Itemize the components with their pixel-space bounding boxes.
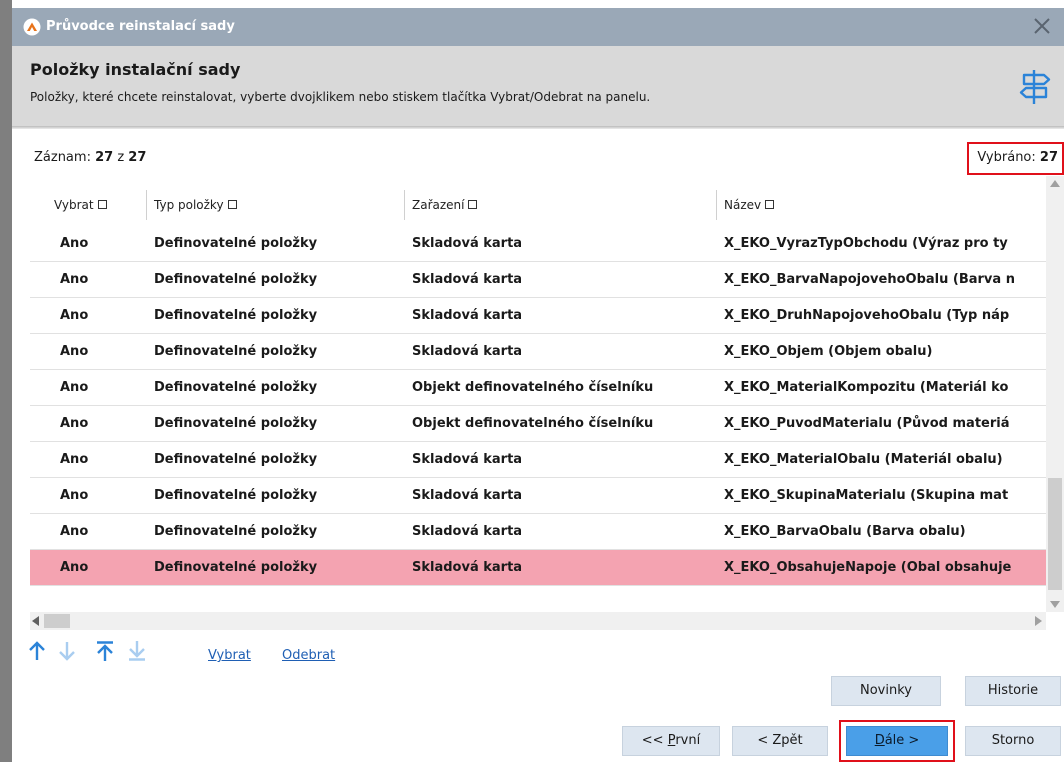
table-row[interactable]: Ano Definovatelné položky Objekt definovat… (30, 370, 1046, 406)
column-filter-checkbox[interactable] (765, 200, 775, 209)
cancel-button[interactable]: Storno (965, 726, 1061, 756)
column-separator[interactable] (404, 190, 405, 220)
cell-name: X_EKO_MaterialObalu (Materiál obalu) (724, 452, 1003, 467)
column-separator[interactable] (716, 190, 717, 220)
cell-select: Ano (60, 524, 89, 539)
cell-category: Skladová karta (412, 488, 523, 503)
cell-type: Definovatelné položky (154, 380, 318, 395)
column-filter-checkbox[interactable] (227, 200, 237, 209)
cell-select: Ano (60, 272, 89, 287)
table-row[interactable]: Ano Definovatelné položky Objekt definovat… (30, 406, 1046, 442)
column-separator[interactable] (146, 190, 147, 220)
column-filter-checkbox[interactable] (97, 200, 107, 209)
news-button[interactable]: Novinky (831, 676, 941, 706)
selected-counter: Vybráno: 27 (967, 142, 1064, 175)
cell-category: Skladová karta (412, 272, 523, 287)
title-bar: Průvodce reinstalací sady (12, 8, 1064, 46)
column-header-category[interactable]: Zařazení (412, 198, 478, 212)
cell-name: X_EKO_BarvaObalu (Barva obalu) (724, 524, 966, 539)
column-header-select[interactable]: Vybrat (54, 198, 107, 212)
page-title: Položky instalační sady (30, 60, 241, 79)
arrow-down-icon[interactable] (56, 640, 78, 662)
items-grid[interactable]: Vybrat Typ položky Zařazení Název Ano Def… (30, 184, 1046, 612)
close-icon[interactable] (1028, 12, 1056, 40)
remove-link[interactable]: Odebrat (282, 648, 335, 663)
first-button[interactable]: << První (622, 726, 720, 756)
page-subtitle: Položky, které chcete reinstalovat, vybe… (30, 90, 651, 104)
wizard-window: Průvodce reinstalací sady Položky instal… (12, 0, 1064, 762)
cell-category: Skladová karta (412, 452, 523, 467)
cell-category: Skladová karta (412, 524, 523, 539)
cell-select: Ano (60, 416, 89, 431)
cell-type: Definovatelné položky (154, 452, 318, 467)
scroll-left-icon[interactable] (32, 616, 39, 626)
cell-name: X_EKO_DruhNapojovehoObalu (Typ náp (724, 308, 1010, 323)
table-row[interactable]: Ano Definovatelné položky Skladová karta X_… (30, 298, 1046, 334)
table-row[interactable]: Ano Definovatelné položky Skladová karta X_… (30, 478, 1046, 514)
column-header-type[interactable]: Typ položky (154, 198, 237, 212)
cell-name: X_EKO_VyrazTypObchodu (Výraz pro ty (724, 236, 1008, 251)
cell-select: Ano (60, 488, 89, 503)
grid-rows: Ano Definovatelné položky Skladová karta X_… (30, 226, 1046, 586)
page-header: Položky instalační sady Položky, které c… (12, 46, 1064, 126)
record-counter: Záznam: 27 z 27 (34, 150, 147, 165)
app-logo-icon (23, 18, 41, 36)
next-button-highlight (839, 720, 955, 762)
arrow-up-icon[interactable] (26, 640, 48, 662)
cell-type: Definovatelné položky (154, 236, 318, 251)
cell-select: Ano (60, 560, 89, 575)
cell-type: Definovatelné položky (154, 560, 318, 575)
column-filter-checkbox[interactable] (468, 200, 478, 209)
scroll-up-icon[interactable] (1050, 180, 1060, 187)
table-row[interactable]: Ano Definovatelné položky Skladová karta X_… (30, 334, 1046, 370)
table-row[interactable]: Ano Definovatelné položky Skladová karta X_… (30, 550, 1046, 586)
cell-category: Objekt definovatelného číselníku (412, 380, 654, 395)
cell-category: Skladová karta (412, 308, 523, 323)
cell-name: X_EKO_SkupinaMaterialu (Skupina mat (724, 488, 1009, 503)
cell-select: Ano (60, 308, 89, 323)
back-button[interactable]: < Zpět (732, 726, 828, 756)
cell-category: Skladová karta (412, 236, 523, 251)
arrow-bottom-icon[interactable] (126, 640, 148, 662)
cell-select: Ano (60, 380, 89, 395)
cell-type: Definovatelné položky (154, 344, 318, 359)
history-button[interactable]: Historie (965, 676, 1061, 706)
table-row[interactable]: Ano Definovatelné položky Skladová karta X_… (30, 442, 1046, 478)
cell-category: Skladová karta (412, 344, 523, 359)
cell-select: Ano (60, 236, 89, 251)
cell-name: X_EKO_MaterialKompozitu (Materiál ko (724, 380, 1009, 395)
cell-name: X_EKO_Objem (Objem obalu) (724, 344, 933, 359)
cell-category: Skladová karta (412, 560, 523, 575)
horizontal-scrollbar[interactable] (30, 612, 1046, 630)
cell-category: Objekt definovatelného číselníku (412, 416, 654, 431)
arrow-top-icon[interactable] (94, 640, 116, 662)
cell-name: X_EKO_ObsahujeNapoje (Obal obsahuje (724, 560, 1012, 575)
cell-select: Ano (60, 344, 89, 359)
scroll-down-icon[interactable] (1050, 601, 1060, 608)
cell-name: X_EKO_BarvaNapojovehoObalu (Barva n (724, 272, 1015, 287)
table-row[interactable]: Ano Definovatelné položky Skladová karta X_… (30, 514, 1046, 550)
left-window-edge (0, 0, 12, 762)
vertical-scroll-thumb[interactable] (1048, 478, 1062, 590)
cell-name: X_EKO_PuvodMaterialu (Původ materiá (724, 416, 1010, 431)
cell-type: Definovatelné položky (154, 524, 318, 539)
column-header-name[interactable]: Název (724, 198, 775, 212)
grid-header: Vybrat Typ položky Zařazení Název (30, 184, 1046, 226)
select-link[interactable]: Vybrat (208, 648, 251, 663)
cell-type: Definovatelné položky (154, 272, 318, 287)
table-row[interactable]: Ano Definovatelné položky Skladová karta X_… (30, 226, 1046, 262)
cell-select: Ano (60, 452, 89, 467)
cell-type: Definovatelné položky (154, 308, 318, 323)
scroll-right-icon[interactable] (1035, 616, 1042, 626)
cell-type: Definovatelné položky (154, 416, 318, 431)
cell-type: Definovatelné položky (154, 488, 318, 503)
signpost-icon (1019, 70, 1051, 104)
header-divider (12, 126, 1064, 129)
vertical-scrollbar[interactable] (1046, 176, 1064, 612)
window-title: Průvodce reinstalací sady (46, 19, 235, 34)
table-row[interactable]: Ano Definovatelné položky Skladová karta X_… (30, 262, 1046, 298)
horizontal-scroll-thumb[interactable] (44, 614, 70, 628)
